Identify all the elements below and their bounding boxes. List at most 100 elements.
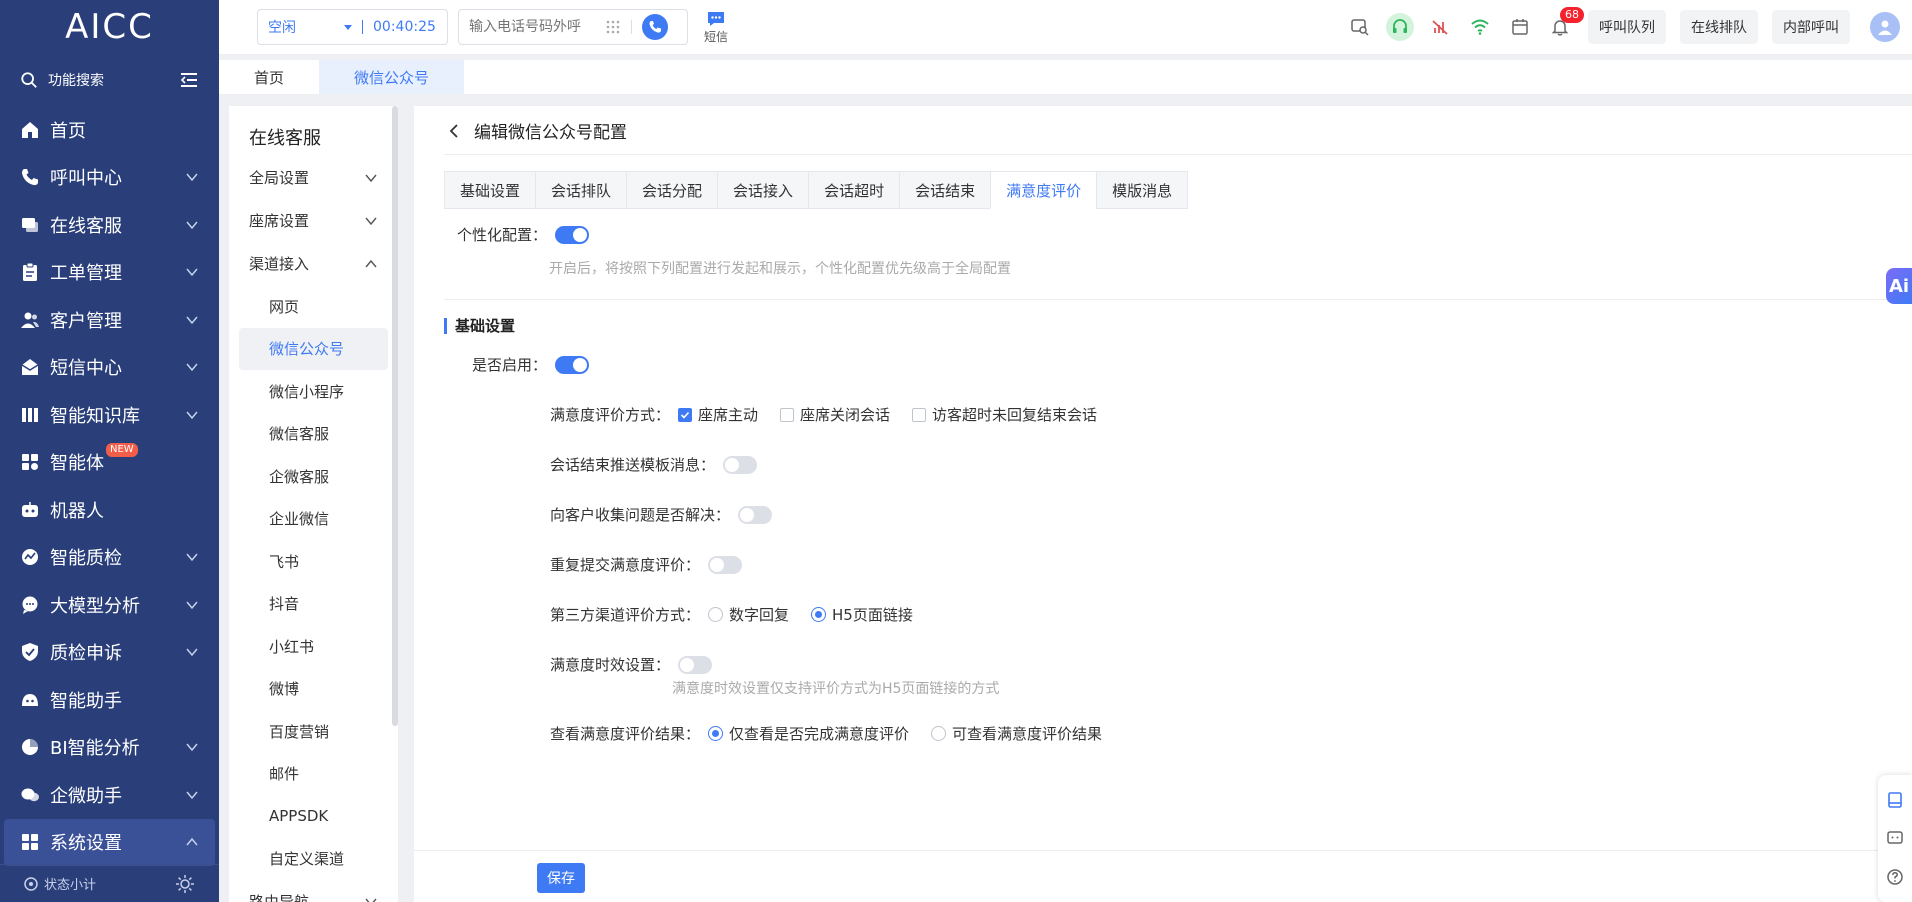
channel-item[interactable]: 百度营销 xyxy=(229,710,398,753)
sidebar-item-clipboard[interactable]: 工单管理 xyxy=(0,249,219,297)
call-button[interactable] xyxy=(642,14,668,40)
sidebar-item-mail[interactable]: 短信中心 xyxy=(0,344,219,392)
view-result-option-result[interactable]: 可查看满意度评价结果 xyxy=(923,723,1102,744)
group-agent-settings[interactable]: 座席设置 xyxy=(229,199,398,242)
mute-signal-icon[interactable] xyxy=(1426,13,1454,41)
calendar-icon[interactable] xyxy=(1506,13,1534,41)
group-channel-access[interactable]: 渠道接入 xyxy=(229,242,398,285)
channel-item[interactable]: 企微客服 xyxy=(229,455,398,498)
channel-item[interactable]: 自定义渠道 xyxy=(229,838,398,881)
sidebar-item-label: 短信中心 xyxy=(50,358,122,380)
sidebar-item-assistant[interactable]: 智能助手 xyxy=(0,676,219,724)
config-tab[interactable]: 会话分配 xyxy=(626,171,718,209)
phone-number-input[interactable] xyxy=(469,19,599,35)
checkbox-agent-initiate[interactable] xyxy=(678,407,693,422)
headset-icon[interactable] xyxy=(1386,13,1414,41)
function-search[interactable]: 功能搜索 xyxy=(0,54,219,106)
ai-assistant-button[interactable]: Ai xyxy=(1886,268,1912,304)
book-icon xyxy=(20,405,40,425)
sms-button[interactable]: 短信 xyxy=(704,10,728,45)
channel-item[interactable]: 飞书 xyxy=(229,540,398,583)
tab-wechat-official[interactable]: 微信公众号 xyxy=(319,60,465,94)
online-queue-button[interactable]: 在线排队 xyxy=(1680,10,1758,44)
radio-digit-reply[interactable] xyxy=(708,607,724,622)
config-tab[interactable]: 会话超时 xyxy=(808,171,900,209)
sidebar-item-bubble[interactable]: 大模型分析 xyxy=(0,581,219,629)
channel-item[interactable]: 微信小程序 xyxy=(229,370,398,413)
sidebar-item-apps[interactable]: 智能体 NEW xyxy=(0,439,219,487)
tab-home[interactable]: 首页 xyxy=(219,60,319,94)
chevron-down-icon xyxy=(186,791,198,799)
save-button[interactable]: 保存 xyxy=(537,863,585,893)
channel-item[interactable]: 微信客服 xyxy=(229,413,398,456)
method-option-visitor-timeout[interactable]: 访客超时未回复结束会话 xyxy=(904,404,1097,425)
config-tab[interactable]: 模版消息 xyxy=(1096,171,1189,209)
channel-item[interactable]: 微博 xyxy=(229,668,398,711)
sidebar-item-phone[interactable]: 呼叫中心 xyxy=(0,154,219,202)
third-party-option-digit[interactable]: 数字回复 xyxy=(700,604,789,625)
sidebar-item-grid[interactable]: 系统设置 xyxy=(4,818,215,866)
radio-h5-link[interactable] xyxy=(811,607,827,622)
pie-icon xyxy=(20,737,40,757)
group-global-settings[interactable]: 全局设置 xyxy=(229,156,398,199)
sidebar-item-robot[interactable]: 机器人 xyxy=(0,486,219,534)
status-summary-label[interactable]: 状态小计 xyxy=(44,874,96,893)
secondary-menu-scrollbar[interactable] xyxy=(392,106,398,726)
theme-sun-icon[interactable] xyxy=(175,874,195,894)
config-tab[interactable]: 会话接入 xyxy=(717,171,809,209)
sidebar-item-home[interactable]: 首页 xyxy=(0,106,219,154)
channel-item[interactable]: 微信公众号 xyxy=(239,327,388,370)
timeliness-label: 满意度时效设置： xyxy=(550,656,671,674)
checkbox-agent-close[interactable] xyxy=(780,407,795,422)
floating-toolbar xyxy=(1878,775,1912,902)
repeat-submit-toggle[interactable] xyxy=(708,555,743,574)
method-option-agent-close[interactable]: 座席关闭会话 xyxy=(772,404,890,425)
internal-call-button[interactable]: 内部呼叫 xyxy=(1772,10,1850,44)
push-template-row: 会话结束推送模板消息： xyxy=(550,454,758,475)
push-template-toggle[interactable] xyxy=(723,455,758,474)
back-arrow-icon[interactable] xyxy=(446,123,462,139)
wifi-icon[interactable] xyxy=(1466,13,1494,41)
config-tab[interactable]: 会话结束 xyxy=(899,171,991,209)
method-option-agent-initiate[interactable]: 座席主动 xyxy=(670,404,758,425)
sidebar-item-book[interactable]: 智能知识库 xyxy=(0,391,219,439)
view-result-option-completed[interactable]: 仅查看是否完成满意度评价 xyxy=(700,723,909,744)
channel-item[interactable]: 小红书 xyxy=(229,625,398,668)
channel-item[interactable]: 抖音 xyxy=(229,583,398,626)
bell-icon[interactable]: 68 xyxy=(1546,7,1584,41)
radio-view-result[interactable] xyxy=(931,726,947,741)
sidebar-item-gauge[interactable]: 智能质检 xyxy=(0,534,219,582)
channel-item[interactable]: APPSDK xyxy=(229,795,398,838)
timeliness-toggle[interactable] xyxy=(678,655,713,674)
sidebar-item-wecom[interactable]: 企微助手 xyxy=(0,771,219,819)
config-tab[interactable]: 会话排队 xyxy=(535,171,627,209)
sidebar-item-shield[interactable]: 质检申诉 xyxy=(0,629,219,677)
checkbox-visitor-timeout[interactable] xyxy=(912,407,927,422)
dial-box xyxy=(458,9,688,45)
message-search-icon[interactable] xyxy=(1346,13,1374,41)
collect-issue-toggle[interactable] xyxy=(738,505,773,524)
dialpad-icon[interactable] xyxy=(605,19,621,35)
sidebar-item-chat[interactable]: 在线客服 xyxy=(0,201,219,249)
call-queue-button[interactable]: 呼叫队列 xyxy=(1588,10,1666,44)
help-icon[interactable] xyxy=(1886,868,1904,886)
config-tab[interactable]: 满意度评价 xyxy=(990,171,1097,209)
sidebar-item-users[interactable]: 客户管理 xyxy=(0,296,219,344)
status-icon xyxy=(24,876,38,891)
enable-toggle[interactable] xyxy=(555,355,590,374)
avatar[interactable] xyxy=(1870,12,1900,42)
third-party-option-h5[interactable]: H5页面链接 xyxy=(803,604,913,625)
channel-item[interactable]: 邮件 xyxy=(229,753,398,796)
config-tab[interactable]: 基础设置 xyxy=(444,171,536,209)
agent-status-select[interactable]: 空闲 00:40:25 xyxy=(257,9,448,45)
chat-bot-icon[interactable] xyxy=(1886,829,1904,847)
collapse-menu-icon[interactable] xyxy=(179,70,199,90)
personal-config-toggle[interactable] xyxy=(555,225,590,244)
channel-item[interactable]: 企业微信 xyxy=(229,498,398,541)
radio-view-completed[interactable] xyxy=(708,726,724,741)
channel-item[interactable]: 网页 xyxy=(229,285,398,328)
sidebar-item-pie[interactable]: BI智能分析 xyxy=(0,724,219,772)
status-timer: 00:40:25 xyxy=(373,19,436,35)
bookmark-icon[interactable] xyxy=(1886,791,1904,809)
group-route-navigation[interactable]: 路由导航 xyxy=(229,880,398,902)
